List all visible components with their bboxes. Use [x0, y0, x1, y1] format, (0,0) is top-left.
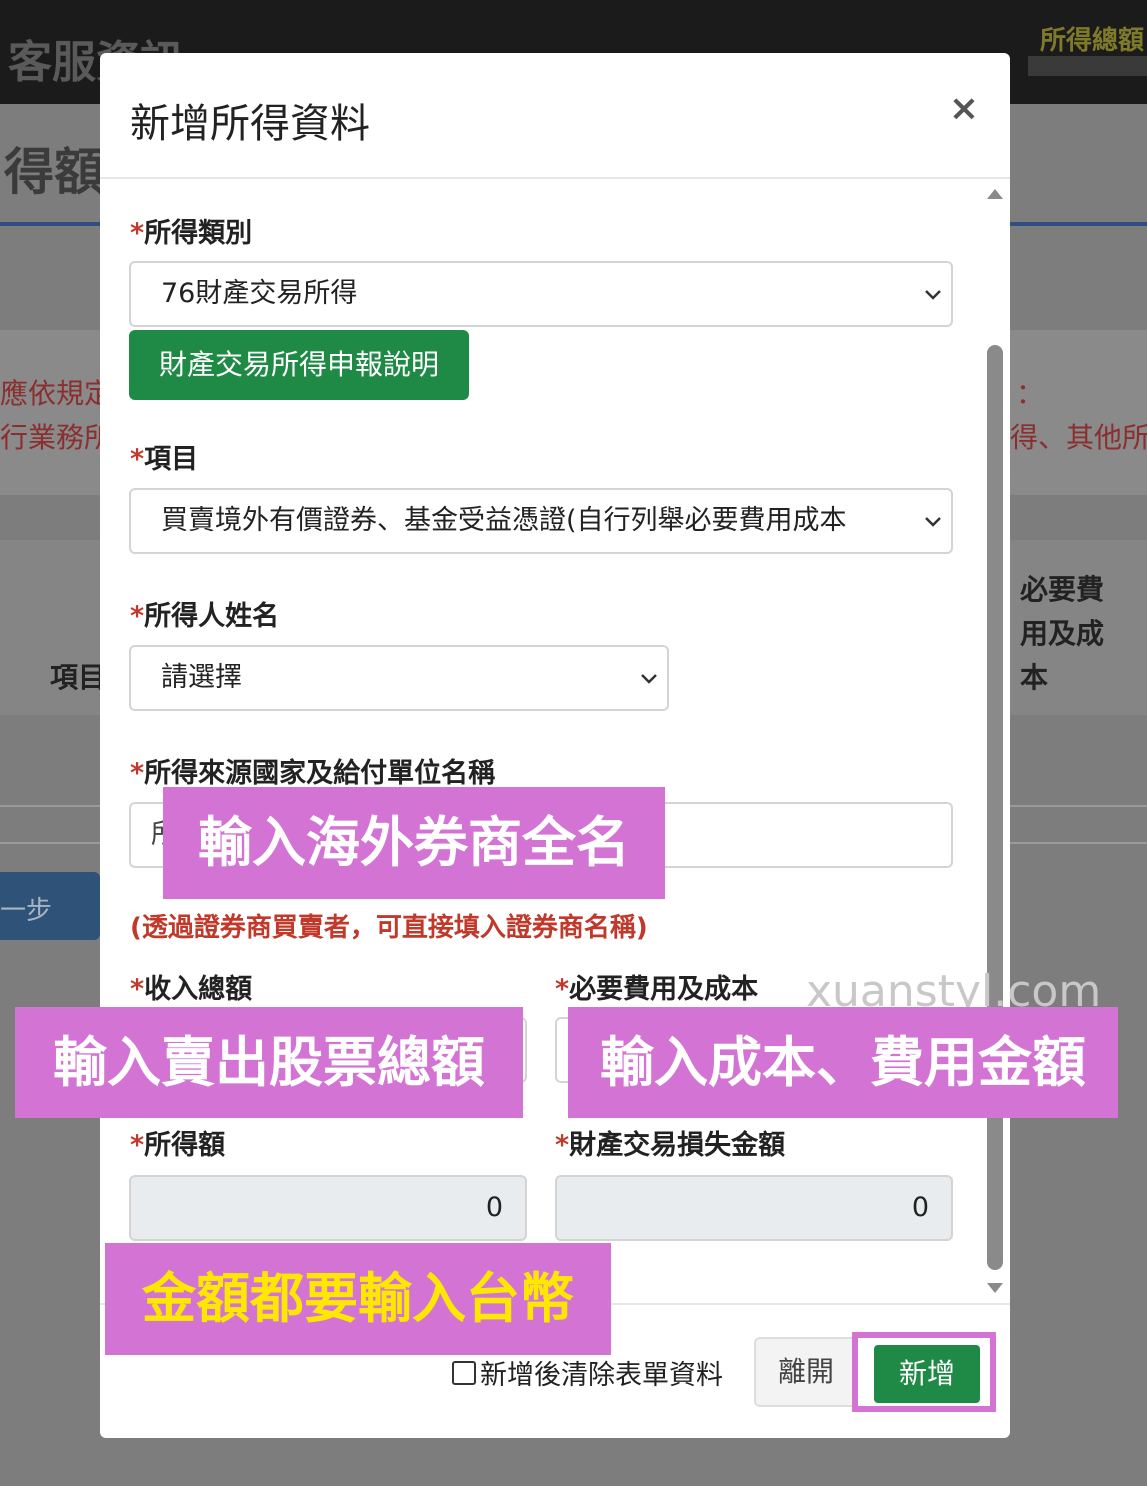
clear-form-label: 新增後清除表單資料 [480, 1360, 723, 1391]
notice-text-3: ： [1016, 377, 1045, 410]
loss-amount-label: *財產交易損失金額 [555, 1130, 786, 1161]
necessary-cost-label: *必要費用及成本 [555, 974, 759, 1005]
income-amount-label: *所得額 [130, 1130, 226, 1161]
table-header-item: 項目 [50, 661, 107, 694]
modal-title: 新增所得資料 [130, 101, 370, 147]
modal-scrollbar[interactable] [984, 183, 1006, 1299]
chevron-down-icon [641, 674, 657, 684]
guide-button[interactable]: 財產交易所得申報說明 [129, 330, 469, 400]
notice-text-4: 得、其他所 [1010, 421, 1147, 454]
item-value: 買賣境外有價證券、基金受益憑證(自行列舉必要費用成本 [161, 505, 847, 536]
add-button[interactable]: 新增 [874, 1345, 980, 1403]
annotation-broker-name: 輸入海外券商全名 [163, 787, 665, 899]
income-type-label: *所得類別 [130, 218, 253, 249]
scroll-up-arrow-icon[interactable] [987, 189, 1003, 199]
source-note: (透過證券商買賣者，可直接填入證券商名稱) [130, 913, 648, 943]
clear-form-checkbox[interactable]: 新增後清除表單資料 [452, 1353, 723, 1392]
income-amount-value: 0 [485, 1192, 503, 1223]
earner-name-value: 請選擇 [161, 662, 242, 693]
modal-header: 新增所得資料 × [100, 53, 1010, 179]
source-label: *所得來源國家及給付單位名稱 [130, 758, 496, 789]
income-amount-field: 0 [129, 1175, 527, 1241]
add-income-modal: 新增所得資料 × *所得類別 76財產交易所得 財產交易所得申報說明 *項目 買… [100, 53, 1010, 1438]
scroll-down-arrow-icon[interactable] [987, 1283, 1003, 1293]
earner-name-label: *所得人姓名 [130, 601, 280, 632]
annotation-cost: 輸入成本、費用金額 [568, 1007, 1118, 1118]
top-right-bar [1028, 56, 1147, 76]
income-type-value: 76財產交易所得 [161, 278, 358, 309]
income-type-select[interactable]: 76財產交易所得 [129, 261, 953, 327]
leave-button[interactable]: 離開 [754, 1337, 858, 1407]
notice-text-1: 應依規定 [0, 377, 113, 410]
item-select[interactable]: 買賣境外有價證券、基金受益憑證(自行列舉必要費用成本 [129, 488, 953, 554]
scrollbar-thumb[interactable] [987, 345, 1003, 1270]
table-header-cost: 必要費用及成本 [1020, 573, 1105, 694]
annotation-twd: 金額都要輸入台幣 [105, 1243, 611, 1355]
checkbox-icon[interactable] [452, 1360, 476, 1385]
chevron-down-icon [925, 517, 941, 527]
close-icon[interactable]: × [946, 89, 982, 129]
chevron-down-icon [925, 290, 941, 300]
page-heading: 得額 [4, 143, 104, 201]
annotation-sell-total: 輸入賣出股票總額 [15, 1007, 523, 1118]
item-label: *項目 [130, 444, 199, 475]
total-income-label: *收入總額 [130, 974, 253, 1005]
income-total-title: 所得總額 [1040, 26, 1145, 56]
prev-step-label: 一步 [0, 896, 53, 926]
loss-amount-field: 0 [555, 1175, 953, 1241]
loss-amount-value: 0 [911, 1192, 929, 1223]
notice-text-2: 行業務所 [0, 421, 113, 454]
earner-name-select[interactable]: 請選擇 [129, 645, 669, 711]
